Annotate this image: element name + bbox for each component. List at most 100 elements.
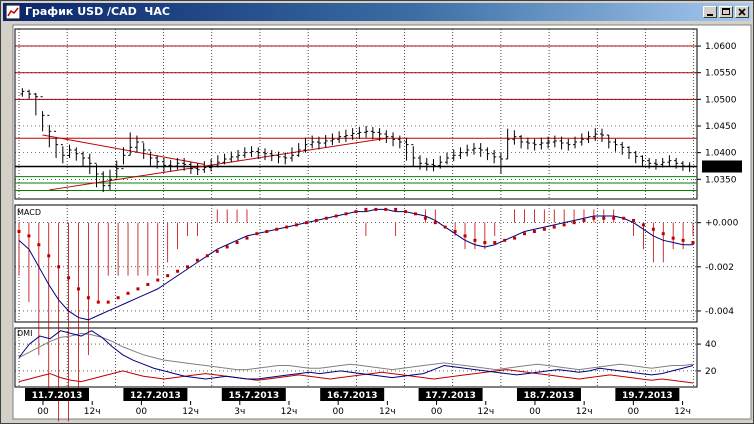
macd-signal-dot xyxy=(136,287,140,291)
macd-signal-dot xyxy=(334,214,338,218)
hour-tick-label: 00 xyxy=(136,407,148,417)
macd-signal-dot xyxy=(453,229,457,233)
price-axis-label: 1.0450 xyxy=(705,122,737,132)
date-label: 12.7.2013 xyxy=(130,391,181,401)
macd-signal-dot xyxy=(116,296,120,300)
dmi-axis-label: 40 xyxy=(705,340,717,350)
macd-signal-dot xyxy=(532,229,536,233)
hour-tick-label: 12ч xyxy=(576,407,593,417)
macd-signal-dot xyxy=(176,269,180,273)
macd-signal-dot xyxy=(76,287,80,291)
macd-signal-dot xyxy=(612,216,616,220)
macd-signal-dot xyxy=(404,210,408,214)
date-label: 19.7.2013 xyxy=(622,391,673,401)
macd-signal-dot xyxy=(215,249,219,253)
current-price-value: 1.0374 xyxy=(705,162,737,172)
hour-tick-label: 00 xyxy=(628,407,640,417)
macd-panel-label: MACD xyxy=(17,208,41,217)
date-label: 16.7.2013 xyxy=(327,391,378,401)
macd-signal-dot xyxy=(503,238,507,242)
macd-signal-dot xyxy=(562,223,566,227)
macd-signal-dot xyxy=(265,229,269,233)
macd-signal-dot xyxy=(186,265,189,269)
macd-signal-dot xyxy=(364,207,368,211)
macd-axis-label: -0.002 xyxy=(705,263,734,273)
macd-signal-dot xyxy=(394,207,398,211)
macd-signal-dot xyxy=(156,278,160,282)
macd-signal-dot xyxy=(681,238,685,242)
macd-signal-dot xyxy=(641,223,645,227)
macd-signal-dot xyxy=(443,225,447,229)
macd-signal-dot xyxy=(651,227,655,231)
dmi-axis-label: 20 xyxy=(705,367,717,377)
macd-signal-dot xyxy=(572,221,576,225)
macd-axis-label: +0.000 xyxy=(705,219,739,229)
macd-signal-dot xyxy=(304,221,308,225)
macd-signal-dot xyxy=(106,300,110,304)
macd-signal-dot xyxy=(493,241,497,245)
price-axis-label: 1.0400 xyxy=(705,149,737,159)
macd-signal-dot xyxy=(354,210,358,214)
hour-tick-label: 00 xyxy=(37,407,49,417)
macd-signal-dot xyxy=(96,300,100,304)
hour-tick-label: 3ч xyxy=(234,407,245,417)
macd-signal-dot xyxy=(195,258,199,262)
date-label: 18.7.2013 xyxy=(524,391,575,401)
hour-tick-label: 00 xyxy=(431,407,443,417)
price-axis-label: 1.0500 xyxy=(705,95,737,105)
date-label: 15.7.2013 xyxy=(228,391,279,401)
chart-window: График USD /CAD ЧАС 1.0600 1.0550 1.0500 1.… xyxy=(0,0,754,424)
macd-signal-dot xyxy=(275,227,279,231)
dmi-panel-label: DMI xyxy=(17,329,32,338)
macd-signal-dot xyxy=(592,216,596,220)
macd-signal-dot xyxy=(146,282,150,286)
hour-tick-label: 12ч xyxy=(379,407,396,417)
price-axis-label: 1.0600 xyxy=(705,42,737,52)
macd-signal-dot xyxy=(552,225,556,229)
hour-tick-label: 00 xyxy=(332,407,344,417)
macd-signal-dot xyxy=(413,212,417,216)
price-axis-label: 1.0350 xyxy=(705,175,737,185)
macd-signal-dot xyxy=(374,207,378,211)
macd-axis-label: -0.004 xyxy=(705,307,734,317)
macd-signal-dot xyxy=(513,236,517,240)
macd-signal-dot xyxy=(225,245,229,249)
macd-signal-dot xyxy=(463,234,467,238)
macd-signal-dot xyxy=(295,223,299,227)
macd-signal-dot xyxy=(423,216,427,220)
macd-signal-dot xyxy=(67,276,71,280)
macd-signal-dot xyxy=(166,274,170,278)
hour-tick-label: 12ч xyxy=(84,407,101,417)
macd-signal-dot xyxy=(632,218,636,222)
hour-tick-label: 00 xyxy=(529,407,541,417)
macd-signal-dot xyxy=(285,225,289,229)
macd-signal-dot xyxy=(661,232,665,236)
hour-tick-label: 12ч xyxy=(674,407,691,417)
macd-signal-dot xyxy=(384,207,388,211)
macd-signal-dot xyxy=(542,227,546,231)
macd-signal-dot xyxy=(255,232,259,236)
macd-signal-dot xyxy=(126,291,130,295)
macd-signal-dot xyxy=(17,229,21,233)
chart-canvas[interactable]: 1.0600 1.0550 1.0500 1.0450 1.0400 1.0350 1.03… xyxy=(1,1,753,423)
macd-signal-dot xyxy=(27,234,31,238)
macd-signal-dot xyxy=(344,212,348,216)
macd-signal-dot xyxy=(37,243,41,247)
price-axis-label: 1.0550 xyxy=(705,69,737,79)
date-label: 11.7.2013 xyxy=(32,391,83,401)
macd-signal-dot xyxy=(47,254,51,258)
macd-signal-dot xyxy=(671,236,675,240)
date-label: 17.7.2013 xyxy=(425,391,476,401)
dmi-panel-frame xyxy=(14,327,698,388)
hour-tick-label: 12ч xyxy=(281,407,298,417)
macd-signal-dot xyxy=(691,241,695,245)
macd-signal-dot xyxy=(473,238,477,242)
macd-signal-dot xyxy=(86,296,90,300)
macd-signal-dot xyxy=(523,232,526,236)
macd-signal-dot xyxy=(324,216,328,220)
macd-signal-dot xyxy=(433,221,437,225)
macd-signal-dot xyxy=(245,236,249,240)
macd-signal-dot xyxy=(582,218,586,222)
macd-signal-dot xyxy=(622,216,626,220)
hour-tick-label: 12ч xyxy=(477,407,494,417)
